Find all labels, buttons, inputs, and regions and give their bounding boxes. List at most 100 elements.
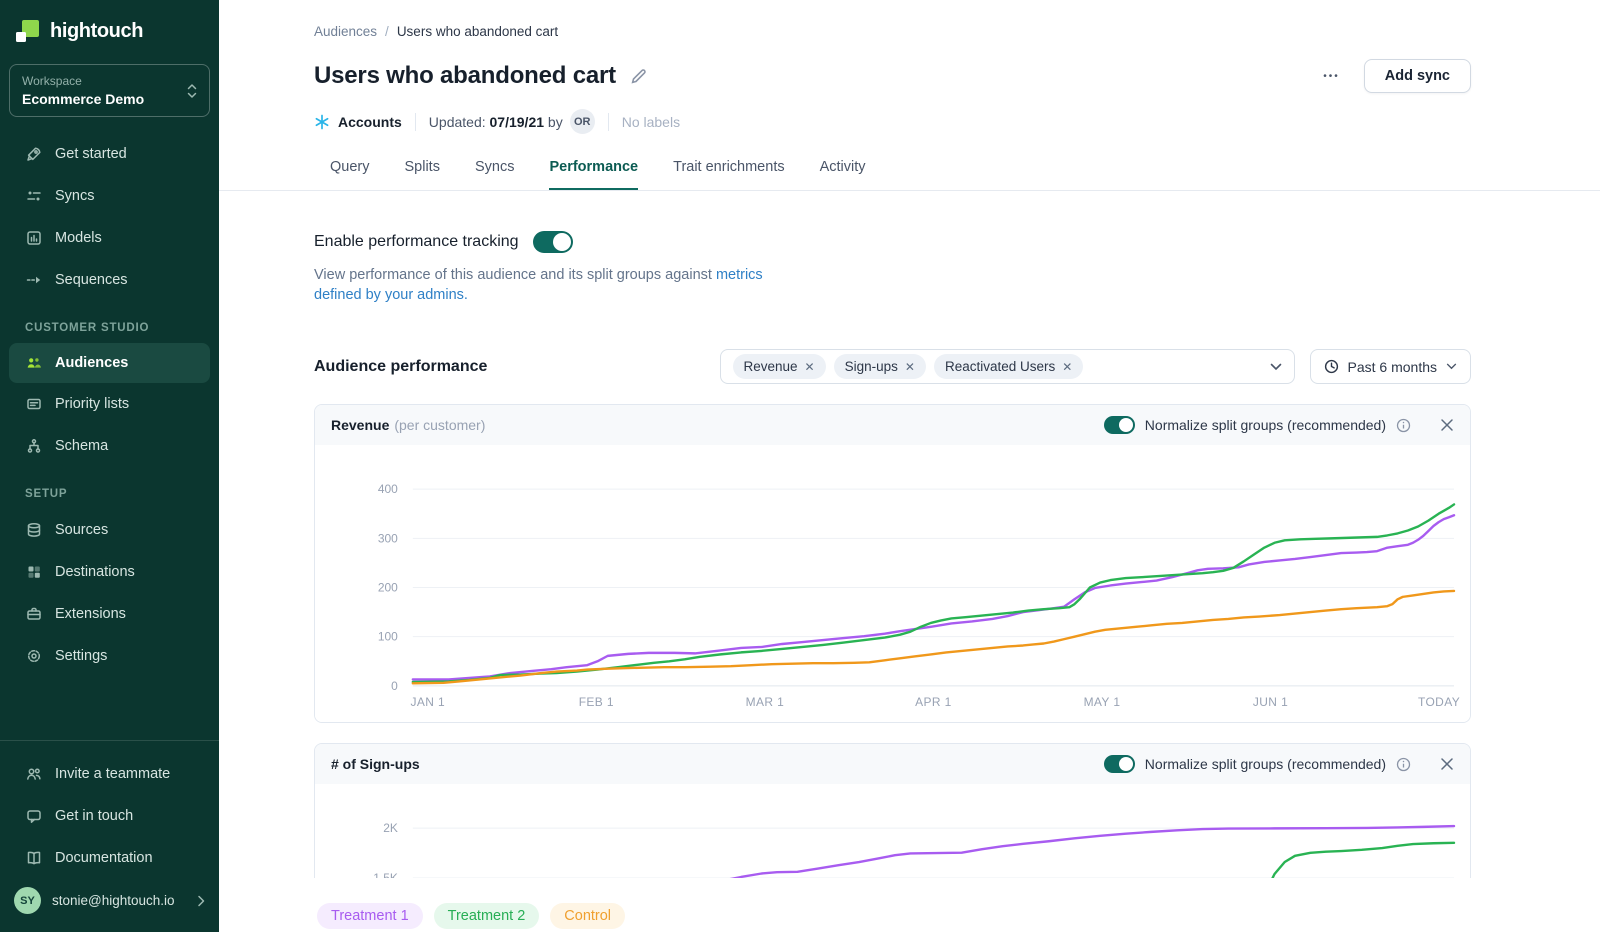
sidebar-item-get-started[interactable]: Get started	[0, 133, 219, 175]
chart-subtitle: (per customer)	[394, 417, 485, 433]
breadcrumb-audiences[interactable]: Audiences	[314, 24, 377, 39]
tab-activity[interactable]: Activity	[820, 159, 866, 190]
sidebar-item-audiences[interactable]: Audiences	[9, 343, 210, 383]
sidebar-item-label: Extensions	[55, 606, 126, 622]
audiences-icon	[25, 355, 42, 372]
chip-remove-icon[interactable]: ✕	[805, 361, 815, 373]
legend-pill-treatment-2: Treatment 2	[434, 903, 540, 929]
sidebar-item-extensions[interactable]: Extensions	[0, 593, 219, 635]
normalize-toggle[interactable]	[1104, 416, 1135, 434]
audience-meta: Accounts Updated: 07/19/21 by OR No labe…	[219, 109, 1600, 134]
svg-text:TODAY: TODAY	[1418, 695, 1460, 709]
tab-syncs[interactable]: Syncs	[475, 159, 515, 190]
divider	[415, 113, 416, 131]
priority-lists-icon	[25, 396, 42, 413]
sidebar-item-label: Priority lists	[55, 396, 129, 412]
sidebar-item-schema[interactable]: Schema	[0, 425, 219, 467]
performance-description: View performance of this audience and it…	[314, 265, 766, 305]
updated-prefix: Updated:	[429, 114, 486, 130]
sidebar-section-setup: SETUP	[0, 467, 219, 509]
chat-icon	[25, 808, 42, 825]
svg-text:FEB 1: FEB 1	[579, 695, 614, 709]
svg-text:JUN 1: JUN 1	[1253, 695, 1288, 709]
sidebar-item-label: Schema	[55, 438, 108, 454]
source-name: Accounts	[338, 114, 402, 130]
svg-text:MAR 1: MAR 1	[746, 695, 785, 709]
sidebar-item-label: Models	[55, 230, 102, 246]
legend-pill-control: Control	[550, 903, 625, 929]
svg-text:100: 100	[378, 630, 398, 644]
sidebar-item-sequences[interactable]: Sequences	[0, 259, 219, 301]
divider	[608, 113, 609, 131]
add-sync-button[interactable]: Add sync	[1364, 59, 1471, 93]
tab-performance[interactable]: Performance	[549, 159, 638, 190]
page-title: Users who abandoned cart	[314, 62, 616, 90]
legend-pill-treatment-1: Treatment 1	[317, 903, 423, 929]
labels-placeholder: No labels	[622, 114, 680, 130]
hightouch-logo[interactable]: hightouch	[0, 0, 219, 58]
sidebar-item-destinations[interactable]: Destinations	[0, 551, 219, 593]
split-group-legend: Treatment 1 Treatment 2 Control	[219, 878, 1600, 944]
tab-trait-enrichments[interactable]: Trait enrichments	[673, 159, 784, 190]
chevron-down-icon	[1270, 363, 1282, 371]
sidebar-item-models[interactable]: Models	[0, 217, 219, 259]
invite-teammate-icon	[25, 766, 42, 783]
updated-date: 07/19/21	[490, 114, 545, 130]
gear-icon	[25, 648, 42, 665]
footer-item-label: Invite a teammate	[55, 766, 170, 782]
chip-remove-icon[interactable]: ✕	[905, 361, 915, 373]
footer-item-label: Get in touch	[55, 808, 133, 824]
updated-by-avatar: OR	[570, 109, 595, 134]
chevron-right-icon	[197, 895, 205, 907]
book-icon	[25, 850, 42, 867]
avatar: SY	[14, 887, 41, 914]
svg-text:300: 300	[378, 531, 398, 545]
chip-remove-icon[interactable]: ✕	[1062, 361, 1072, 373]
sidebar-item-settings[interactable]: Settings	[0, 635, 219, 677]
workspace-selector[interactable]: Workspace Ecommerce Demo	[9, 64, 210, 117]
enable-performance-toggle[interactable]	[533, 231, 573, 253]
updated-by-word: by	[548, 114, 563, 130]
pencil-icon	[630, 68, 647, 85]
breadcrumb-current: Users who abandoned cart	[397, 24, 558, 39]
svg-text:200: 200	[378, 580, 398, 594]
sources-icon	[25, 522, 42, 539]
metric-multiselect[interactable]: Revenue✕ Sign-ups✕ Reactivated Users✕	[720, 349, 1295, 384]
user-menu[interactable]: SY stonie@hightouch.io	[0, 879, 219, 924]
sidebar-item-label: Destinations	[55, 564, 135, 580]
sidebar-item-label: Audiences	[55, 355, 128, 371]
sidebar-section-customer-studio: CUSTOMER STUDIO	[0, 301, 219, 343]
invite-teammate-item[interactable]: Invite a teammate	[0, 753, 219, 795]
sidebar-item-sources[interactable]: Sources	[0, 509, 219, 551]
sidebar-item-label: Syncs	[55, 188, 95, 204]
enable-performance-label: Enable performance tracking	[314, 233, 519, 251]
revenue-line-chart: 0100200300400JAN 1FEB 1MAR 1APR 1MAY 1JU…	[315, 445, 1470, 722]
sidebar-item-priority-lists[interactable]: Priority lists	[0, 383, 219, 425]
workspace-label: Workspace	[22, 74, 144, 88]
main-content: Audiences / Users who abandoned cart Use…	[219, 0, 1600, 944]
close-icon[interactable]	[1440, 757, 1454, 771]
info-icon[interactable]	[1396, 757, 1411, 772]
tab-splits[interactable]: Splits	[405, 159, 440, 190]
time-range-value: Past 6 months	[1348, 359, 1438, 375]
sidebar-item-label: Settings	[55, 648, 107, 664]
sidebar-item-syncs[interactable]: Syncs	[0, 175, 219, 217]
sidebar: hightouch Workspace Ecommerce Demo Get s…	[0, 0, 219, 932]
chevron-down-icon	[1446, 363, 1457, 370]
sidebar-item-label: Sources	[55, 522, 108, 538]
normalize-label: Normalize split groups (recommended)	[1145, 417, 1386, 433]
chart-title: Revenue	[331, 417, 389, 433]
close-icon[interactable]	[1440, 418, 1454, 432]
info-icon[interactable]	[1396, 418, 1411, 433]
more-options-button[interactable]: •••	[1321, 65, 1342, 88]
edit-title-button[interactable]	[630, 68, 647, 85]
svg-text:JAN 1: JAN 1	[411, 695, 446, 709]
normalize-toggle[interactable]	[1104, 755, 1135, 773]
get-in-touch-item[interactable]: Get in touch	[0, 795, 219, 837]
workspace-value: Ecommerce Demo	[22, 91, 144, 107]
syncs-icon	[25, 188, 42, 205]
tab-query[interactable]: Query	[330, 159, 370, 190]
documentation-item[interactable]: Documentation	[0, 837, 219, 879]
breadcrumb: Audiences / Users who abandoned cart	[219, 0, 1600, 39]
time-range-selector[interactable]: Past 6 months	[1310, 349, 1472, 384]
